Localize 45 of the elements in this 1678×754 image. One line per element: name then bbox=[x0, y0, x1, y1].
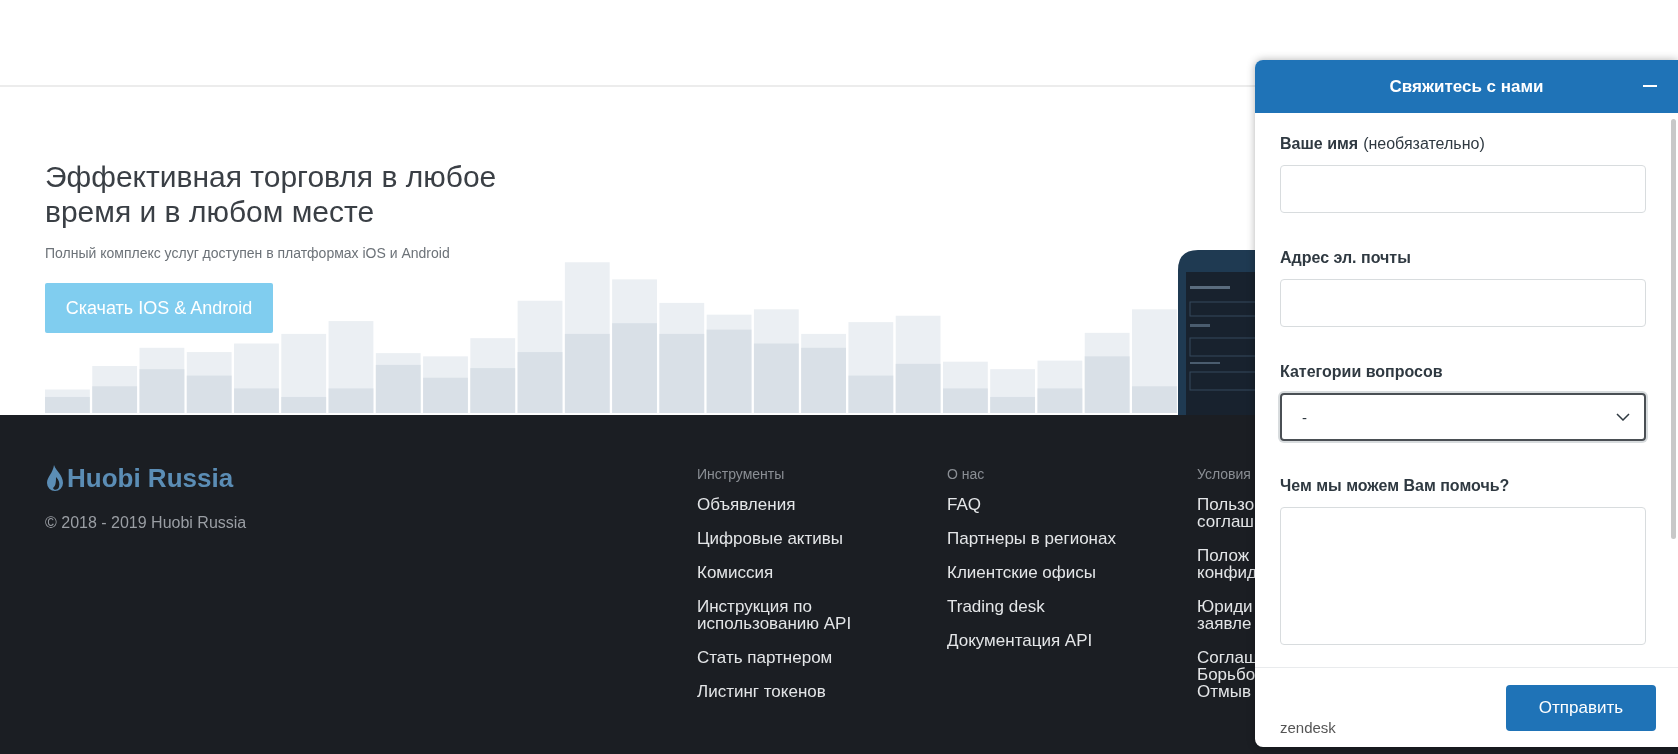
chart-bar bbox=[423, 356, 468, 413]
footer-link[interactable]: Документация API bbox=[947, 632, 1093, 649]
field-label: Адрес эл. почты bbox=[1280, 249, 1411, 267]
footer-link[interactable]: Листинг токенов bbox=[697, 683, 826, 700]
footer-link[interactable]: Цифровые активы bbox=[697, 530, 843, 547]
minimize-icon bbox=[1643, 85, 1657, 87]
footer-link[interactable]: Полож конфид bbox=[1197, 547, 1257, 581]
message-field[interactable] bbox=[1280, 507, 1646, 645]
field-label: Чем мы можем Вам помочь? bbox=[1280, 477, 1510, 495]
footer-link[interactable]: Стать партнером bbox=[697, 649, 833, 666]
select-field[interactable]: - bbox=[1280, 393, 1646, 441]
footer-link[interactable]: Юриди заявле bbox=[1197, 598, 1253, 632]
input-field[interactable] bbox=[1280, 165, 1646, 213]
field-label: Категории вопросов bbox=[1280, 363, 1443, 381]
chart-bar bbox=[186, 352, 232, 413]
footer-link[interactable]: Партнеры в регионах bbox=[947, 530, 1116, 547]
column-heading: О нас bbox=[947, 466, 986, 482]
flame-icon bbox=[45, 464, 65, 493]
chart-bar bbox=[234, 343, 279, 413]
chart-bar bbox=[45, 389, 90, 413]
widget-title: Свяжитесь с нами bbox=[1389, 76, 1544, 97]
footer-link[interactable]: Объявления bbox=[697, 496, 796, 513]
footer-link[interactable]: FAQ bbox=[947, 496, 981, 513]
brand-name: Huobi Russia bbox=[67, 463, 234, 494]
footer-link[interactable]: Соглаш Борьбо Отмыв bbox=[1197, 649, 1258, 700]
column-heading: Условия bbox=[1197, 466, 1252, 482]
hero-title: Эффективная торговля в любое время и в любом месте bbox=[45, 159, 498, 229]
input-field[interactable] bbox=[1280, 279, 1646, 327]
hero-subtitle: Полный комплекс услуг доступен в платформах iOS и Android bbox=[45, 245, 450, 261]
chevron-down-icon bbox=[1616, 413, 1630, 421]
copyright-text: © 2018 - 2019 Huobi Russia bbox=[45, 514, 248, 532]
footer-link[interactable]: Trading desk bbox=[947, 598, 1045, 615]
chart-bar bbox=[990, 369, 1036, 413]
field-label: Ваше имя bbox=[1280, 135, 1359, 153]
footer-link[interactable]: Клиентские офисы bbox=[947, 564, 1097, 581]
scrollbar[interactable] bbox=[1671, 119, 1676, 539]
chart-bar bbox=[139, 347, 185, 413]
column-heading: Инструменты bbox=[697, 466, 786, 482]
footer-link[interactable]: Пользо соглаш bbox=[1197, 496, 1255, 530]
chart-bar bbox=[92, 365, 138, 413]
footer-link[interactable]: Инструкция по использованию API bbox=[697, 598, 852, 632]
footer-link[interactable]: Комиссия bbox=[697, 564, 774, 581]
field-note: (необязательно) bbox=[1363, 135, 1485, 153]
zendesk-branding: zendesk bbox=[1280, 719, 1336, 736]
send-button[interactable]: Отправить bbox=[1506, 684, 1656, 731]
